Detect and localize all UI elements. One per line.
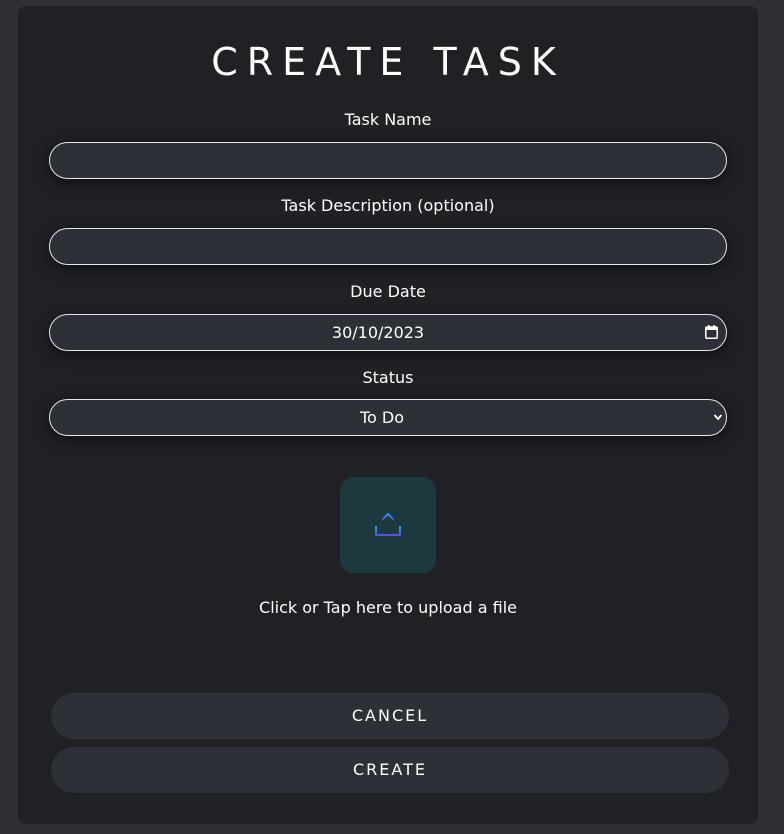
chevron-down-icon	[713, 414, 723, 421]
create-task-modal: CREATE TASK Task Name Task Description (…	[18, 6, 758, 824]
task-description-input[interactable]	[49, 228, 727, 265]
calendar-icon[interactable]	[705, 325, 718, 339]
due-date-input[interactable]: 30/10/2023	[49, 314, 727, 351]
status-value: To Do	[359, 408, 405, 427]
upload-icon	[375, 513, 401, 536]
page-title: CREATE TASK	[211, 40, 565, 84]
upload-button[interactable]	[340, 477, 436, 573]
due-date-value: 30/10/2023	[331, 323, 425, 342]
task-name-input[interactable]	[49, 142, 727, 179]
upload-instructions[interactable]: Click or Tap here to upload a file	[18, 598, 758, 618]
cancel-button[interactable]: CANCEL	[51, 693, 729, 739]
create-button[interactable]: CREATE	[51, 747, 729, 793]
due-date-label: Due Date	[350, 282, 426, 301]
status-label: Status	[362, 368, 414, 387]
status-select[interactable]: To Do	[49, 399, 727, 436]
task-name-label: Task Name	[344, 110, 432, 129]
task-description-label: Task Description (optional)	[281, 196, 495, 215]
